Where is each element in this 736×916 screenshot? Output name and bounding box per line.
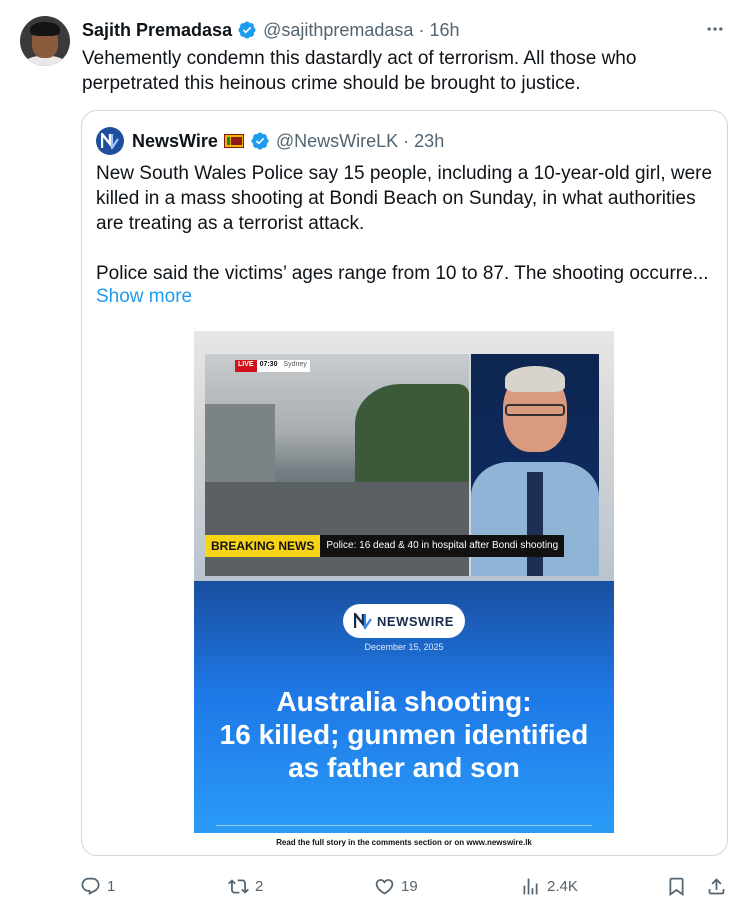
quoted-tweet-time: 23h [414, 130, 445, 151]
bookmark-icon [669, 877, 684, 896]
analytics-icon [523, 878, 538, 894]
more-horizontal-icon [707, 27, 723, 31]
breaking-news-text: Police: 16 dead & 40 in hospital after B… [320, 535, 565, 557]
separator-dot: · [418, 19, 425, 40]
reply-icon [81, 877, 100, 895]
tweet-actions: 1 2 19 2.4K [0, 872, 736, 900]
newswire-logo-icon [101, 133, 119, 149]
author-handle[interactable]: @sajithpremadasa [263, 20, 413, 41]
like-count: 19 [401, 877, 418, 895]
quoted-author-handle: @NewsWireLK [275, 130, 399, 151]
share-button[interactable] [706, 872, 727, 900]
tweet-header: Sajith Premadasa @sajithpremadasa · 16h [82, 18, 459, 42]
tweet-time[interactable]: 16h [429, 20, 459, 41]
verified-badge-icon [238, 21, 256, 39]
quoted-author-name: NewsWire [132, 130, 218, 151]
news-broadcast-frame: LIVE 07:30 Sydney BREAKING NEWS Police: … [205, 354, 599, 576]
newswire-mark-icon [354, 613, 372, 629]
like-button[interactable]: 19 [374, 872, 418, 900]
breaking-news-banner: BREAKING NEWS Police: 16 dead & 40 in ho… [205, 535, 565, 557]
show-more-link[interactable]: Show more [96, 286, 192, 308]
tweet-text: Vehemently condemn this dastardly act of… [82, 48, 637, 94]
media-date: December 15, 2025 [364, 642, 444, 652]
quoted-tweet-text: New South Wales Police say 15 people, in… [96, 161, 716, 286]
live-indicator: LIVE 07:30 Sydney [235, 360, 310, 372]
newswire-logo: NEWSWIRE [343, 604, 465, 638]
view-count: 2.4K [547, 877, 578, 895]
quoted-tweet[interactable]: NewsWire @NewsWireLK · 23h New South Wal… [81, 110, 728, 856]
reply-button[interactable]: 1 [80, 872, 115, 900]
bookmark-button[interactable] [666, 872, 687, 900]
quoted-paragraph-1: New South Wales Police say 15 people, in… [96, 163, 713, 234]
quoted-author-avatar [96, 127, 124, 155]
quoted-tweet-header: NewsWire @NewsWireLK · 23h [96, 127, 444, 155]
views-button[interactable]: 2.4K [520, 872, 578, 900]
share-icon [708, 877, 725, 894]
reply-count: 1 [107, 877, 116, 895]
sri-lanka-flag-icon [223, 134, 244, 148]
tweet: Sajith Premadasa @sajithpremadasa · 16h … [0, 0, 736, 916]
repost-button[interactable]: 2 [228, 872, 263, 900]
media-headline: Australia shooting: 16 killed; gunmen id… [219, 686, 589, 783]
repost-icon [228, 878, 249, 894]
quoted-paragraph-2: Police said the victims’ ages range from… [96, 263, 709, 284]
verified-badge-icon [251, 132, 269, 150]
repost-count: 2 [255, 877, 264, 895]
author-avatar[interactable] [20, 16, 70, 66]
breaking-news-label: BREAKING NEWS [205, 535, 321, 557]
quoted-media-image[interactable]: LIVE 07:30 Sydney BREAKING NEWS Police: … [194, 331, 614, 833]
author-name[interactable]: Sajith Premadasa [82, 20, 232, 41]
more-options-button[interactable] [704, 18, 726, 40]
media-caption: Read the full story in the comments sect… [276, 838, 532, 847]
heart-icon [375, 878, 394, 895]
separator-dot: · [403, 130, 410, 151]
